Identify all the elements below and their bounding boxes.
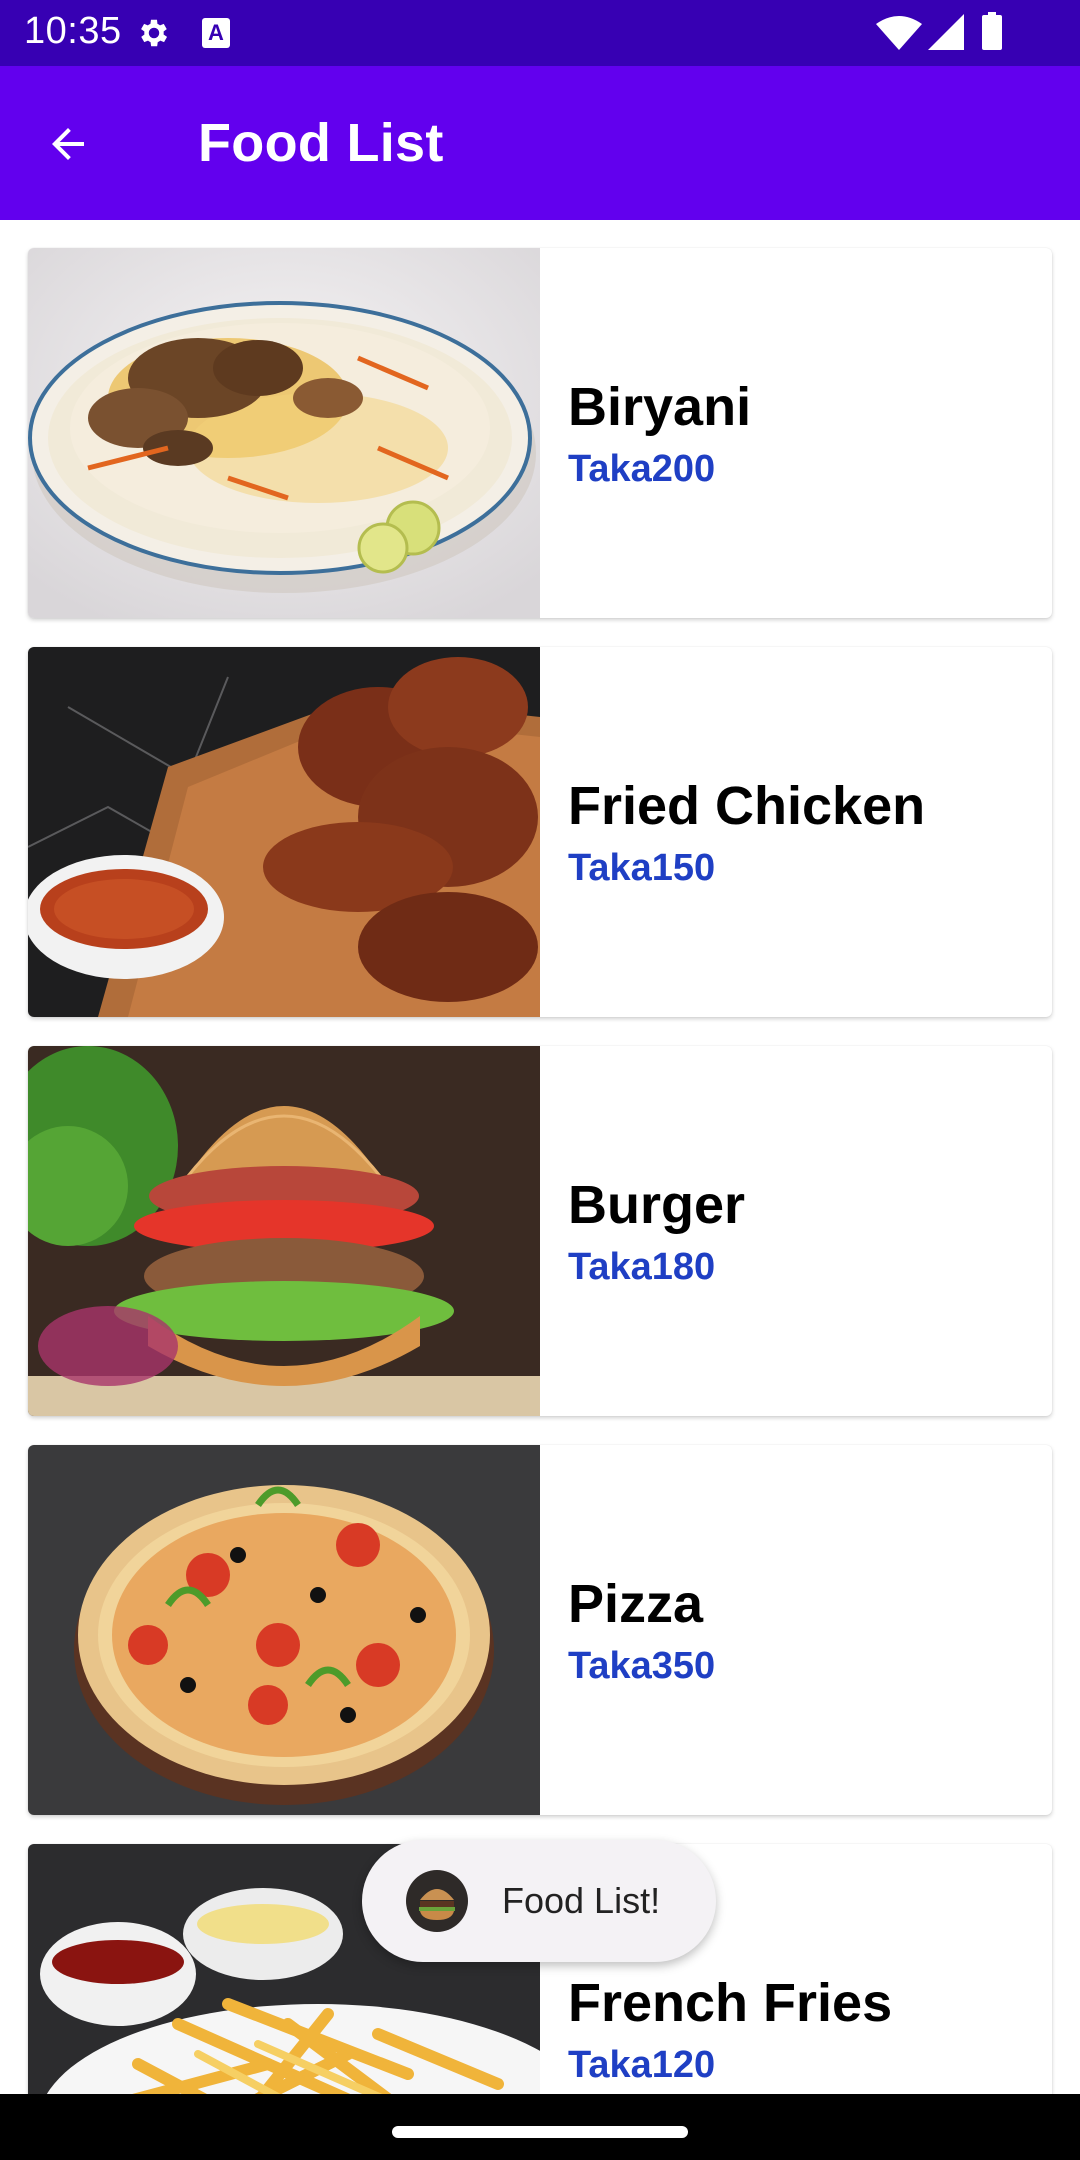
food-name: Burger xyxy=(568,1175,746,1235)
status-time: 10:35 xyxy=(24,10,122,52)
burger-avatar-icon xyxy=(406,1870,468,1932)
battery-icon xyxy=(982,12,1002,50)
food-price: Taka200 xyxy=(568,448,716,490)
wifi-icon xyxy=(876,16,922,50)
keyboard-a-icon: A xyxy=(202,18,230,48)
navigation-bar xyxy=(0,2094,1080,2160)
food-card[interactable]: Fried Chicken Taka150 xyxy=(28,647,1052,1017)
food-card[interactable]: Pizza Taka350 xyxy=(28,1445,1052,1815)
food-card[interactable]: Burger Taka180 xyxy=(28,1046,1052,1416)
food-name: Fried Chicken xyxy=(568,776,926,836)
back-button[interactable] xyxy=(38,114,98,174)
food-name: Pizza xyxy=(568,1574,704,1634)
food-list[interactable]: Biryani Taka200 Fried Chicken Taka150 Bu… xyxy=(0,220,1080,2094)
signal-icon xyxy=(928,14,964,50)
pizza-image xyxy=(28,1445,540,1815)
app-bar: Food List xyxy=(0,66,1080,220)
biryani-image xyxy=(28,248,540,618)
food-price: Taka150 xyxy=(568,847,716,889)
food-price: Taka180 xyxy=(568,1246,716,1288)
food-card[interactable]: Biryani Taka200 xyxy=(28,248,1052,618)
gear-icon xyxy=(141,19,168,47)
toast-message: Food List! xyxy=(502,1880,661,1921)
status-bar: 10:35 A xyxy=(0,0,1080,66)
toast: Food List! xyxy=(362,1840,716,1962)
burger-image xyxy=(28,1046,540,1416)
home-gesture-handle[interactable] xyxy=(392,2126,688,2138)
food-price: Taka350 xyxy=(568,1645,716,1687)
arrow-back-icon xyxy=(52,128,84,160)
food-name: French Fries xyxy=(568,1973,893,2033)
fried-chicken-image xyxy=(28,647,540,1017)
page-title: Food List xyxy=(198,113,444,173)
screen: 10:35 A Food List Biryani Taka200 Fried … xyxy=(0,0,1080,2160)
food-price: Taka120 xyxy=(568,2044,716,2086)
food-name: Biryani xyxy=(568,377,752,437)
